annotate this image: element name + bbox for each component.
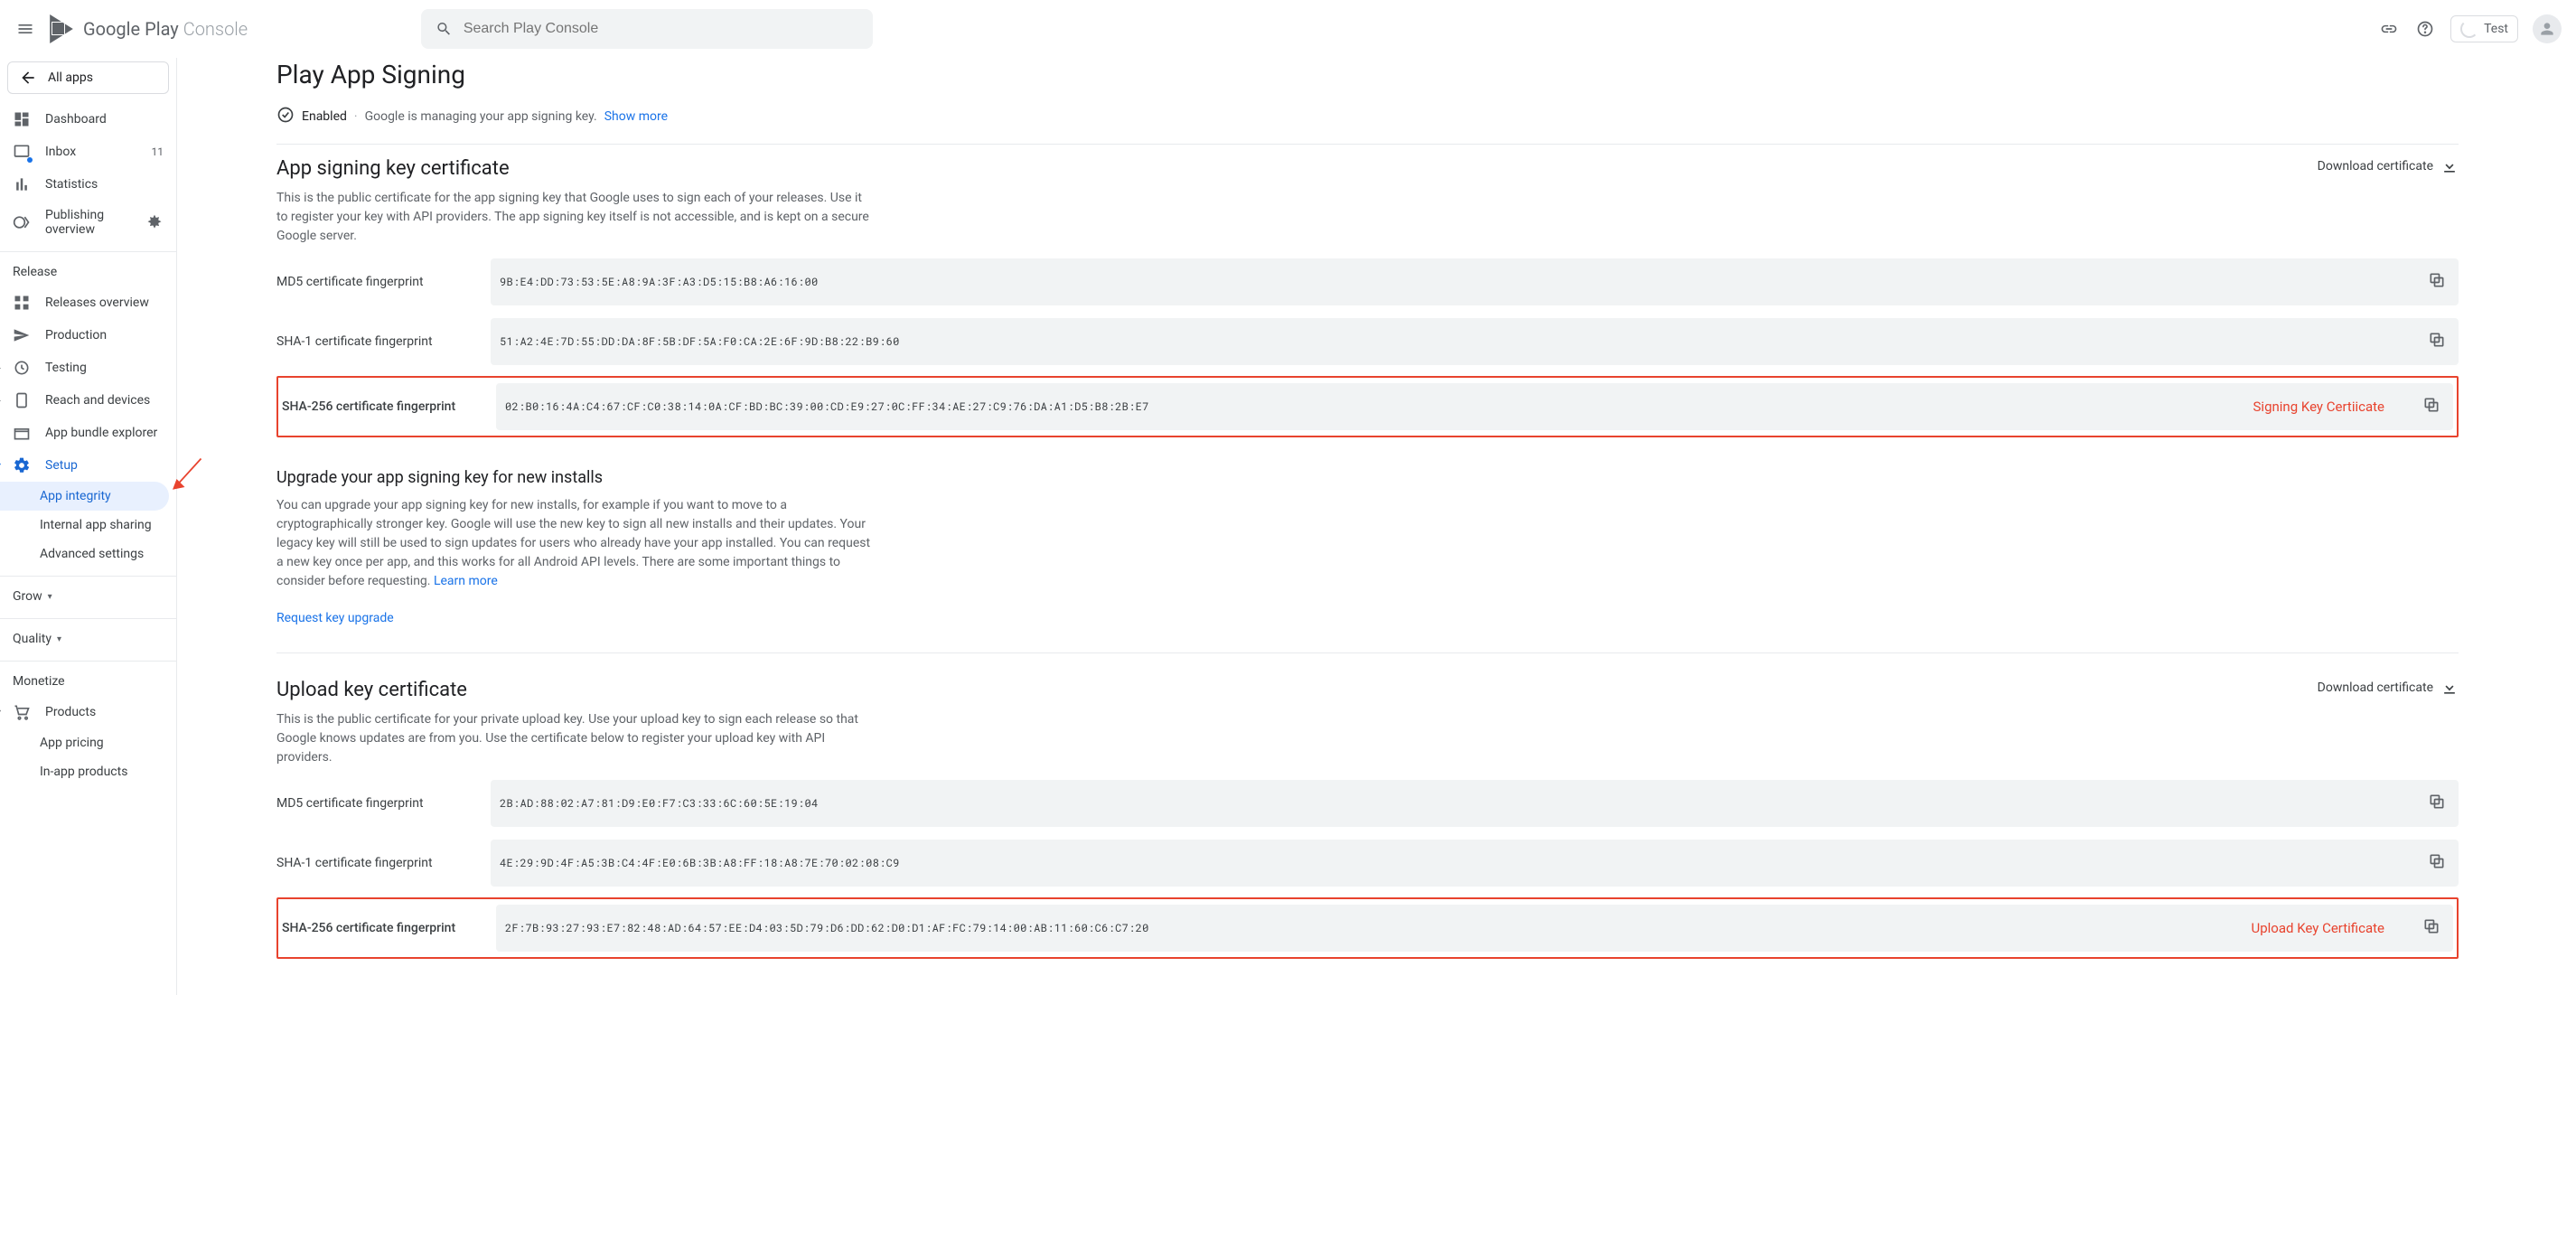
help-icon[interactable] xyxy=(2414,18,2436,40)
inbox-badge: 11 xyxy=(152,145,164,158)
logo-text: Google Play Console xyxy=(83,18,248,40)
test-chip[interactable]: Test xyxy=(2450,15,2518,42)
nav-app-pricing[interactable]: App pricing xyxy=(0,728,176,757)
nav-products[interactable]: ▾ Products xyxy=(0,696,176,728)
page-title: Play App Signing xyxy=(276,60,2459,89)
request-key-upgrade-link[interactable]: Request key upgrade xyxy=(276,611,394,625)
upload-sha1-row: SHA-1 certificate fingerprint 4E:29:9D:4… xyxy=(276,840,2459,887)
upload-sha256-row: SHA-256 certificate fingerprint 2F:7B:93… xyxy=(276,897,2459,959)
copy-icon[interactable] xyxy=(2424,327,2450,356)
show-more-link[interactable]: Show more xyxy=(604,109,668,124)
nav-releases-overview[interactable]: Releases overview xyxy=(0,286,176,319)
play-logo-icon xyxy=(47,14,76,43)
nav-testing[interactable]: ▸ Testing xyxy=(0,352,176,384)
nav-app-bundle-explorer[interactable]: App bundle explorer xyxy=(0,417,176,449)
testing-icon xyxy=(13,359,31,377)
copy-icon[interactable] xyxy=(2424,789,2450,818)
nav-setup[interactable]: ▾ Setup xyxy=(0,449,176,482)
section-release: Release xyxy=(0,251,176,286)
test-chip-label: Test xyxy=(2484,22,2508,36)
upload-sha1-value: 4E:29:9D:4F:A5:3B:C4:4F:E0:6B:3B:A8:FF:1… xyxy=(500,856,900,870)
production-icon xyxy=(13,326,31,344)
link-icon[interactable] xyxy=(2378,18,2400,40)
nav-advanced-settings[interactable]: Advanced settings xyxy=(0,540,176,568)
upload-desc: This is the public certificate for your … xyxy=(276,710,873,767)
upgrade-desc: You can upgrade your app signing key for… xyxy=(276,496,873,591)
nav-statistics[interactable]: Statistics xyxy=(0,168,176,201)
status-row: Enabled · Google is managing your app si… xyxy=(276,106,2459,145)
all-apps-button[interactable]: All apps xyxy=(7,61,169,94)
nav-in-app-products[interactable]: In-app products xyxy=(0,757,176,786)
nav-production[interactable]: Production xyxy=(0,319,176,352)
search-input[interactable] xyxy=(464,21,858,37)
user-avatar[interactable] xyxy=(2533,14,2562,43)
nav-dashboard[interactable]: Dashboard xyxy=(0,103,176,136)
expand-icon: ▸ xyxy=(0,363,1,373)
nav-internal-app-sharing[interactable]: Internal app sharing xyxy=(0,511,176,540)
main-content: Play App Signing Enabled · Google is man… xyxy=(177,58,2576,995)
signing-sha256-row: SHA-256 certificate fingerprint 02:B0:16… xyxy=(276,376,2459,437)
annotation-signing: Signing Key Certiicate xyxy=(2253,399,2384,415)
nav-inbox[interactable]: Inbox 11 xyxy=(0,136,176,168)
signing-sha1-row: SHA-1 certificate fingerprint 51:A2:4E:7… xyxy=(276,318,2459,365)
upload-md5-value: 2B:AD:88:02:A7:81:D9:E0:F7:C3:33:6C:60:5… xyxy=(500,796,819,811)
hamburger-menu-icon[interactable] xyxy=(14,18,36,40)
search-icon xyxy=(436,20,453,38)
releases-icon xyxy=(13,294,31,312)
copy-icon[interactable] xyxy=(2419,914,2444,943)
annotation-upload: Upload Key Certificate xyxy=(2252,920,2385,936)
cloud-icon xyxy=(2460,20,2478,38)
arrow-back-icon xyxy=(19,69,37,87)
upload-sha256-value: 2F:7B:93:27:93:E7:82:48:AD:64:57:EE:D4:0… xyxy=(505,921,1149,935)
gear-icon xyxy=(13,456,31,474)
copy-icon[interactable] xyxy=(2424,849,2450,878)
section-grow[interactable]: Grow▾ xyxy=(0,576,176,611)
learn-more-link[interactable]: Learn more xyxy=(434,574,498,588)
inbox-icon xyxy=(13,143,31,161)
upload-key-section-header: Upload key certificate Download certific… xyxy=(276,679,2459,701)
section-quality[interactable]: Quality▾ xyxy=(0,618,176,653)
status-managed-label: Google is managing your app signing key. xyxy=(365,109,597,124)
expand-icon: ▸ xyxy=(0,396,1,406)
upload-md5-row: MD5 certificate fingerprint 2B:AD:88:02:… xyxy=(276,780,2459,827)
reach-icon xyxy=(13,391,31,409)
signing-md5-value: 9B:E4:DD:73:53:5E:A8:9A:3F:A3:D5:15:B8:A… xyxy=(500,275,819,289)
download-icon xyxy=(2440,679,2459,697)
signing-md5-row: MD5 certificate fingerprint 9B:E4:DD:73:… xyxy=(276,258,2459,305)
all-apps-label: All apps xyxy=(48,70,93,85)
signing-key-section-header: App signing key certificate Download cer… xyxy=(276,157,2459,180)
signing-sha256-value: 02:B0:16:4A:C4:67:CF:C0:38:14:0A:CF:BD:B… xyxy=(505,399,1149,414)
signing-sha1-value: 51:A2:4E:7D:55:DD:DA:8F:5B:DF:5A:F0:CA:2… xyxy=(500,334,900,349)
app-header: Google Play Console Test xyxy=(0,0,2576,58)
sidebar: All apps Dashboard Inbox 11 Statistics P… xyxy=(0,58,177,995)
publishing-icon xyxy=(13,213,31,231)
signing-desc: This is the public certificate for the a… xyxy=(276,189,873,246)
section-monetize: Monetize xyxy=(0,661,176,696)
check-circle-icon xyxy=(276,106,295,127)
managed-publish-icon xyxy=(145,213,164,231)
upgrade-title: Upgrade your app signing key for new ins… xyxy=(276,468,2459,487)
copy-icon[interactable] xyxy=(2419,392,2444,421)
dashboard-icon xyxy=(13,110,31,128)
search-box[interactable] xyxy=(421,9,873,49)
bundle-icon xyxy=(13,424,31,442)
download-icon xyxy=(2440,157,2459,175)
statistics-icon xyxy=(13,175,31,193)
logo[interactable]: Google Play Console xyxy=(47,14,248,43)
nav-app-integrity[interactable]: App integrity xyxy=(0,482,169,511)
collapse-icon: ▾ xyxy=(0,461,1,471)
nav-publishing-overview[interactable]: Publishing overview xyxy=(0,201,176,244)
header-right: Test xyxy=(2378,14,2562,43)
download-upload-cert[interactable]: Download certificate xyxy=(2318,679,2459,697)
nav-reach-devices[interactable]: ▸ Reach and devices xyxy=(0,384,176,417)
cart-icon xyxy=(13,703,31,721)
status-enabled-label: Enabled xyxy=(302,109,347,124)
download-signing-cert[interactable]: Download certificate xyxy=(2318,157,2459,175)
copy-icon[interactable] xyxy=(2424,268,2450,296)
collapse-icon: ▾ xyxy=(0,708,1,718)
